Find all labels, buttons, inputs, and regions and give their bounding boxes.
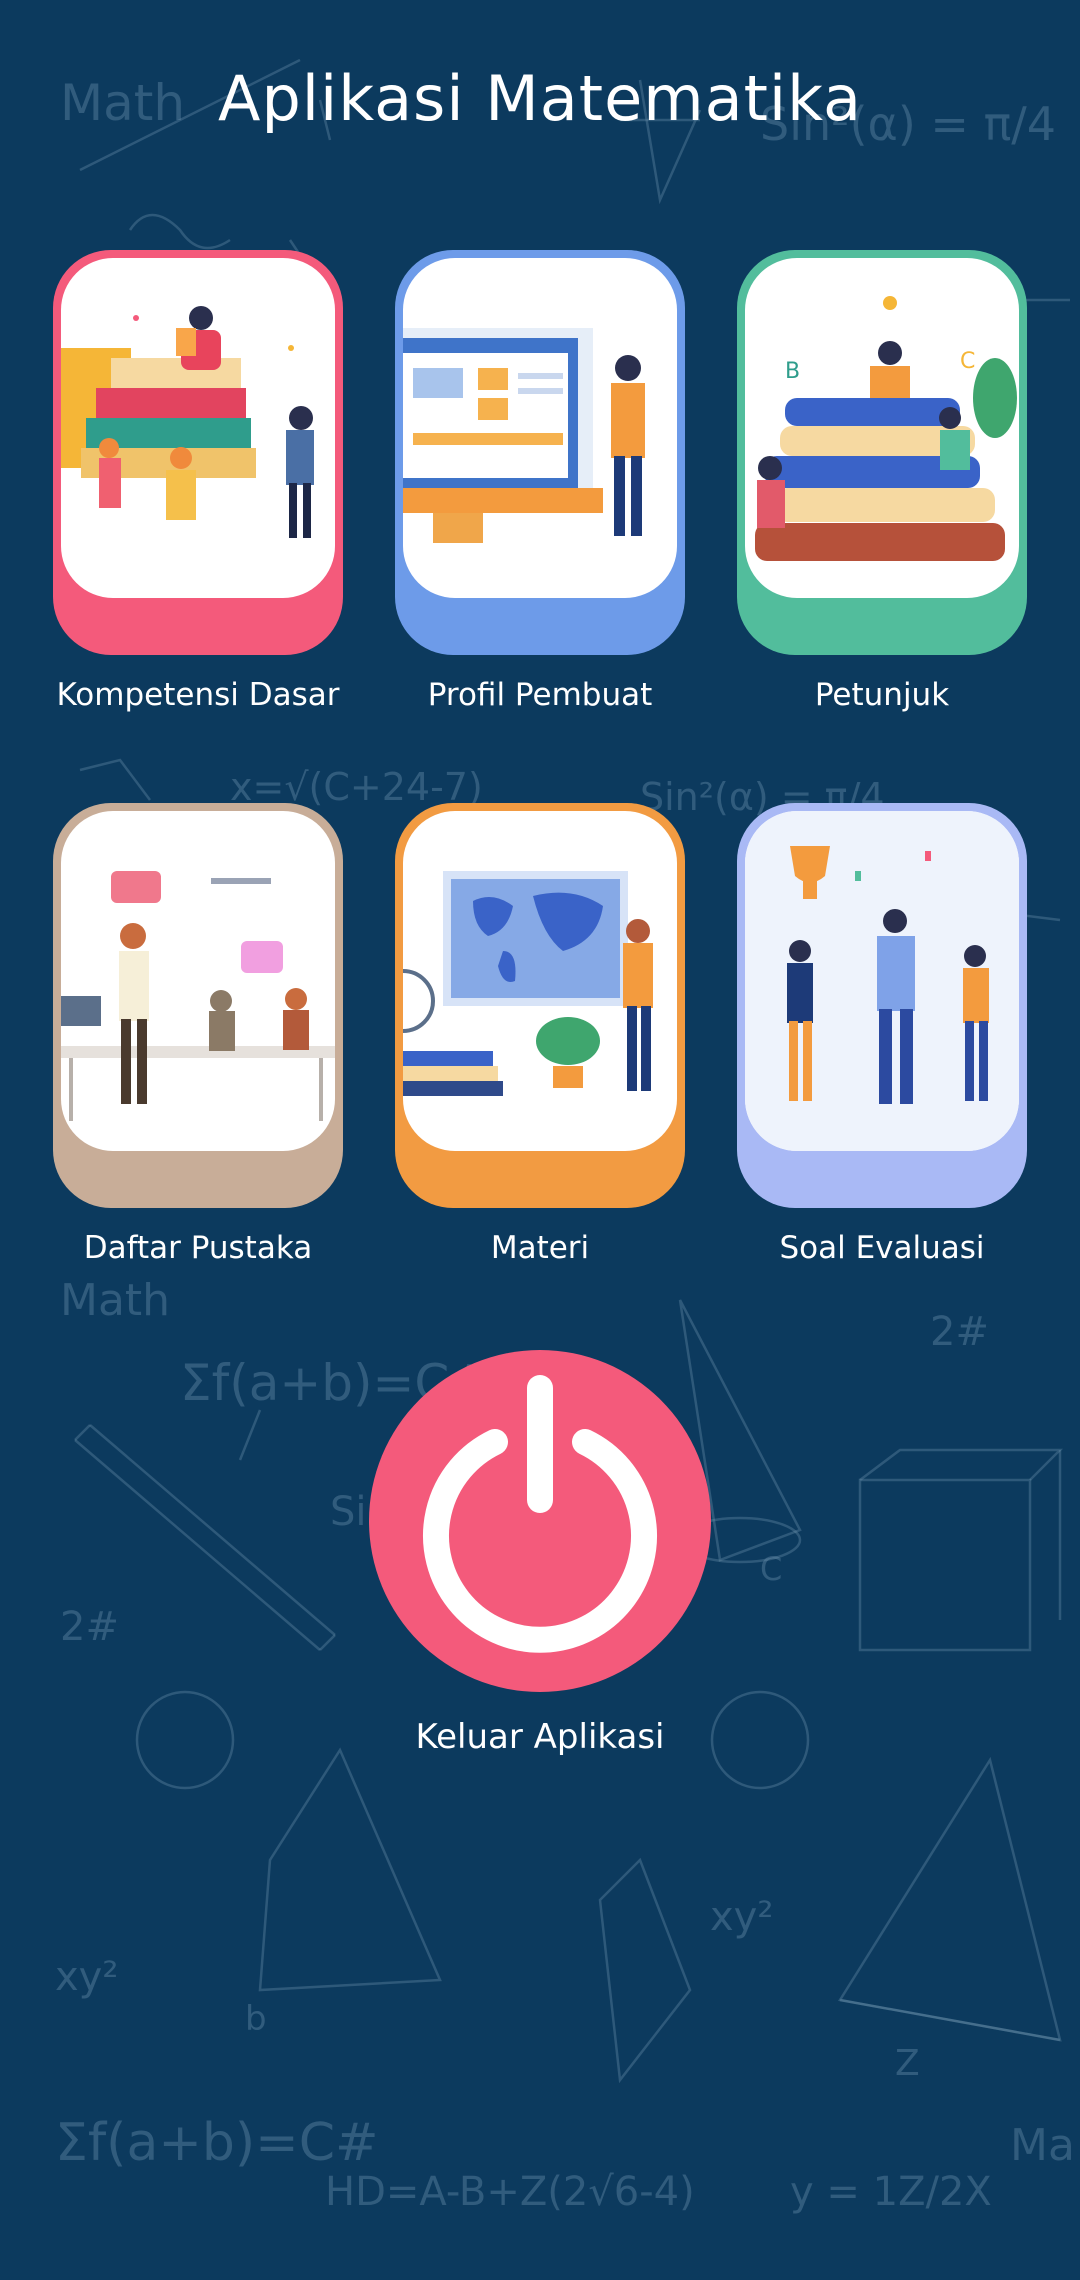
app-title: Aplikasi Matematika [218,62,862,135]
chalk-text: xy² [710,1894,773,1940]
menu-card-kompetensi-dasar[interactable] [53,250,343,655]
menu-card-daftar-pustaka[interactable] [53,803,343,1208]
chalk-text: Σf(a+b)=C# [55,2113,379,2173]
illustration-books-stack: B C [745,258,1019,598]
chalk-text: y = 1Z/2X [790,2169,992,2215]
power-icon [423,1375,657,1653]
chalk-text: C [760,1550,782,1588]
menu-label-daftar-pustaka: Daftar Pustaka [83,1230,313,1266]
chalk-text: Ma [1010,2120,1075,2171]
menu-card-petunjuk[interactable]: B C [737,250,1027,655]
illustration-world-map-lesson [403,811,677,1151]
chalk-text: xy² [55,1954,118,2000]
menu-card-materi[interactable] [395,803,685,1208]
menu-card-soal-evaluasi[interactable] [737,803,1027,1208]
menu-label-petunjuk: Petunjuk [814,677,950,713]
svg-text:C: C [960,349,975,374]
menu-label-soal-evaluasi: Soal Evaluasi [779,1230,985,1266]
menu-label-materi: Materi [490,1230,590,1266]
chalk-text: b [245,1999,267,2039]
illustration-discussion-table [61,811,335,1151]
svg-text:B: B [785,359,800,384]
menu-card-profil-pembuat[interactable] [395,250,685,655]
chalk-text: HD=A-B+Z(2√6-4) [325,2169,695,2215]
menu-label-kompetensi-dasar: Kompetensi Dasar [56,677,340,713]
chalk-text: Z [895,2043,920,2084]
exit-app-button[interactable] [369,1350,711,1692]
chalk-text: 2# [930,1309,989,1355]
menu-label-profil-pembuat: Profil Pembuat [427,677,653,713]
illustration-trophy-celebration [745,811,1019,1151]
illustration-students-reading [61,258,335,598]
exit-app-label: Keluar Aplikasi [415,1717,665,1757]
illustration-monitor-profile [403,258,677,598]
chalk-text: Math [60,1275,170,1326]
chalk-text: 2# [60,1604,119,1650]
